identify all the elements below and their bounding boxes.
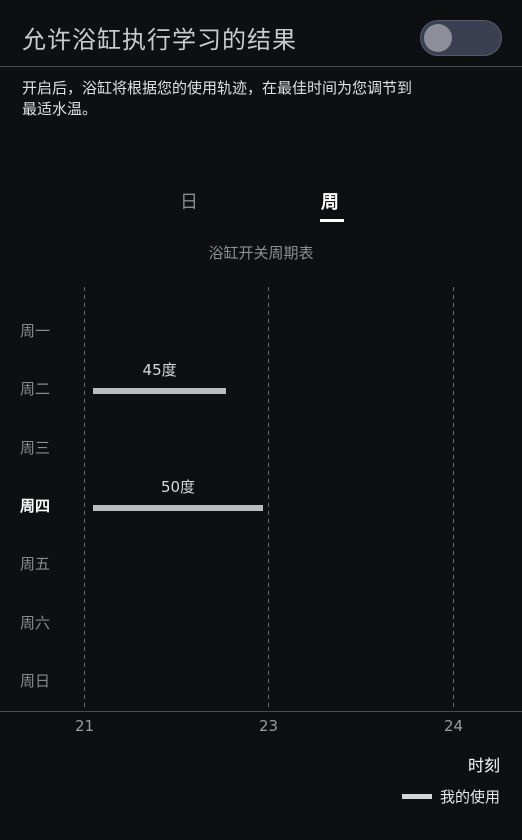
x-tick-label: 24 <box>443 717 464 735</box>
legend-label: 我的使用 <box>439 788 500 806</box>
legend: 我的使用 <box>401 786 500 807</box>
day-label: 周六 <box>20 613 51 632</box>
day-label: 周五 <box>20 555 51 574</box>
chart-grid <box>0 287 522 712</box>
chart-bar <box>92 388 227 394</box>
day-label: 周日 <box>20 671 51 690</box>
day-label: 周二 <box>20 380 51 399</box>
bar-temperature-label: 50度 <box>160 477 196 496</box>
legend-swatch <box>401 794 432 799</box>
day-label: 周三 <box>20 438 51 457</box>
chart-bar <box>92 504 264 511</box>
bar-temperature-label: 45度 <box>142 361 177 379</box>
x-axis-title: 时刻 <box>467 756 500 775</box>
x-tick-label: 21 <box>74 717 95 735</box>
day-label: 周四 <box>20 496 51 515</box>
x-tick-label: 23 <box>258 717 279 735</box>
day-label: 周一 <box>20 322 51 340</box>
